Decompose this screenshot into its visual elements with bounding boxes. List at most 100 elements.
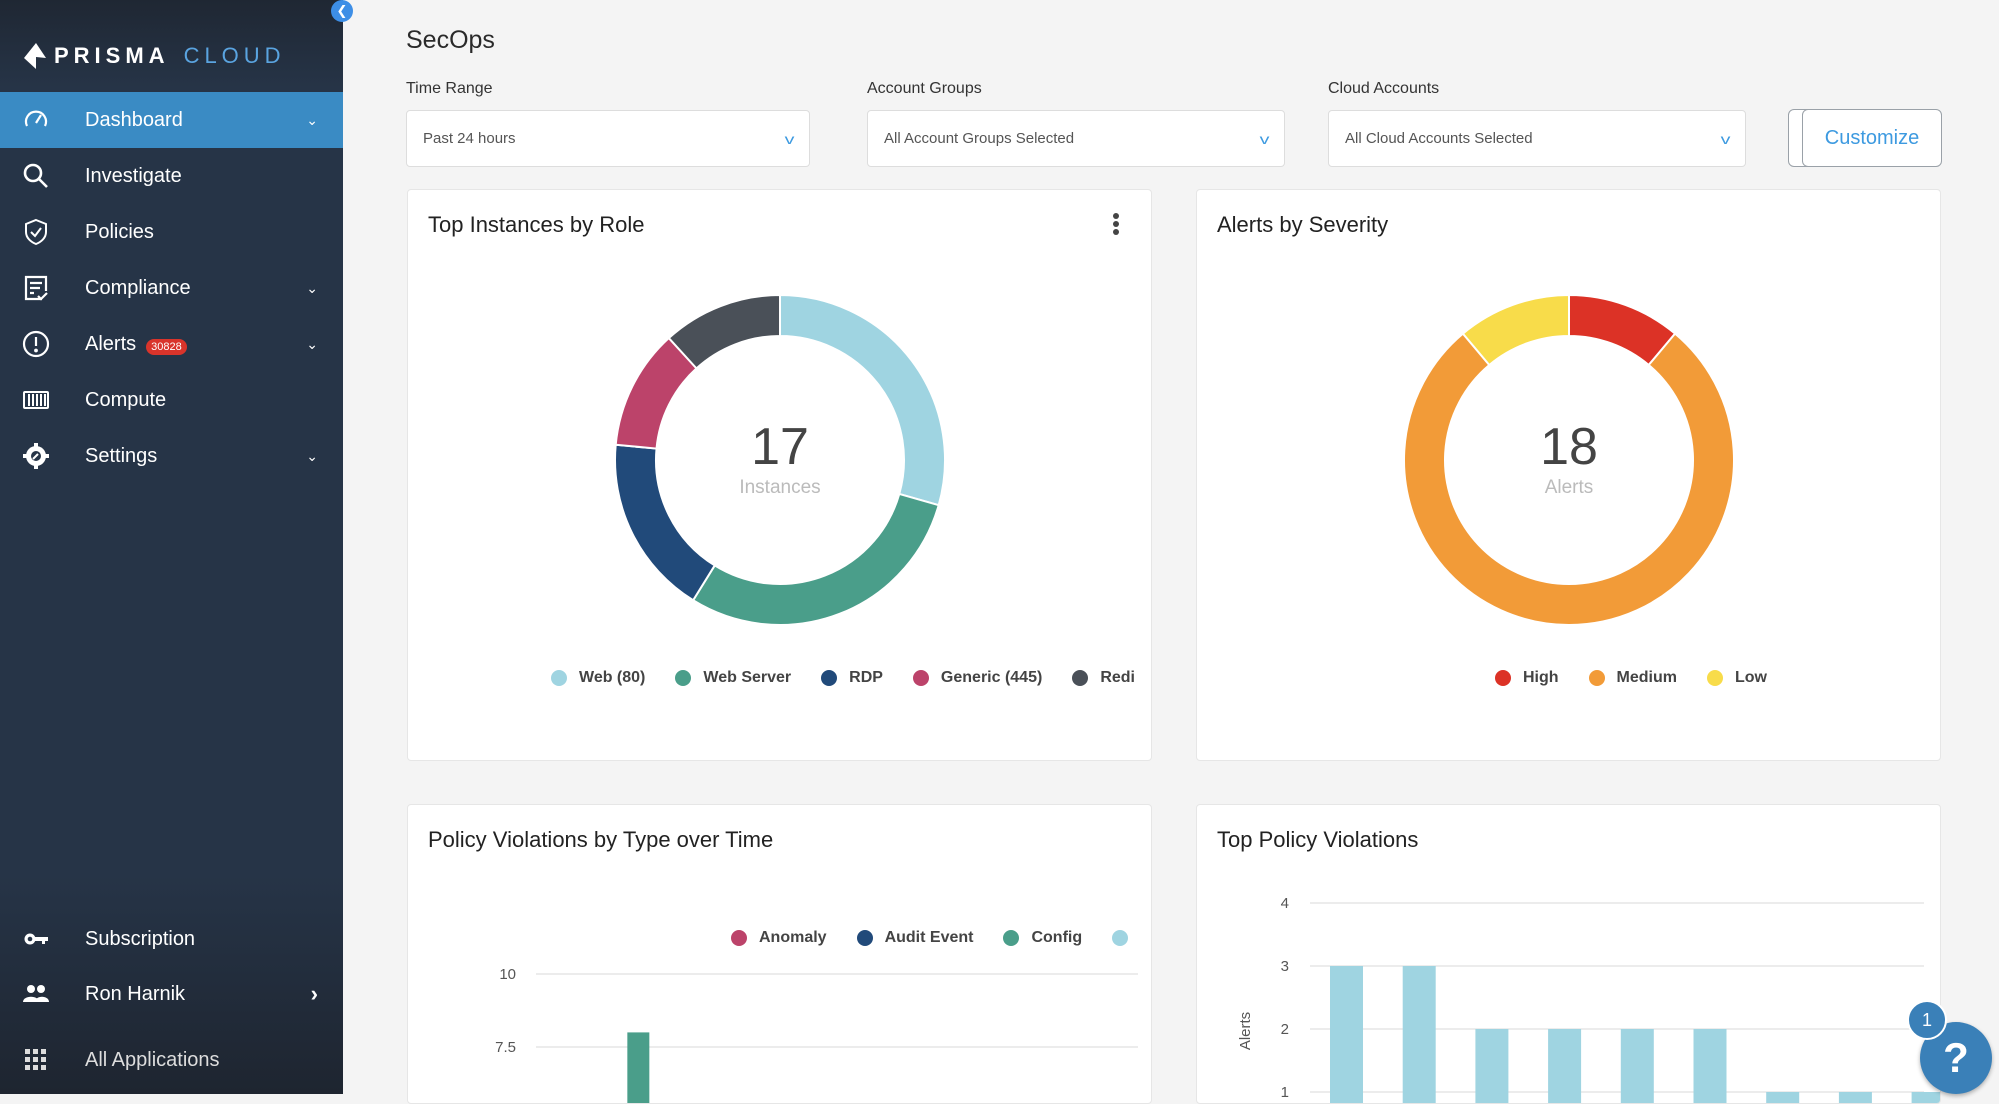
- sidebar-item-label: Compute: [85, 389, 166, 412]
- time-range-value: Past 24 hours: [423, 130, 516, 147]
- sidebar-item-compliance[interactable]: Compliance ⌄: [0, 260, 343, 316]
- account-groups-label: Account Groups: [867, 80, 982, 98]
- legend-label: Medium: [1617, 669, 1677, 687]
- customize-button[interactable]: Customize: [1802, 109, 1942, 167]
- sidebar-item-label: Ron Harnik: [85, 983, 185, 1006]
- account-groups-value: All Account Groups Selected: [884, 130, 1074, 147]
- legend-item[interactable]: High: [1495, 669, 1559, 687]
- legend-dot-icon: [821, 670, 837, 686]
- question-icon: ?: [1943, 1034, 1969, 1082]
- severity-donut: 18 Alerts: [1399, 290, 1739, 630]
- y-tick-label: 10: [499, 966, 516, 983]
- main-content: SecOps Time Range Past 24 hours v Accoun…: [343, 0, 1999, 1094]
- legend-dot-icon: [1072, 670, 1088, 686]
- chevron-down-icon: v: [785, 131, 795, 147]
- sidebar-item-label: Investigate: [85, 165, 182, 188]
- alerts-total: 18: [1540, 421, 1598, 473]
- sidebar-item-label: Dashboard: [85, 109, 183, 132]
- sidebar-item-policies[interactable]: Policies: [0, 204, 343, 260]
- shield-check-icon: [20, 216, 52, 248]
- sidebar-item-alerts[interactable]: Alerts30828 ⌄: [0, 316, 343, 372]
- chevron-right-icon: ›: [311, 981, 318, 1007]
- sidebar-item-settings[interactable]: Settings ⌄: [0, 428, 343, 484]
- legend-dot-icon: [1589, 670, 1605, 686]
- legend-item[interactable]: RDP: [821, 669, 883, 687]
- legend-item[interactable]: Web (80): [551, 669, 645, 687]
- sidebar-item-user[interactable]: Ron Harnik ›: [0, 966, 343, 1022]
- instances-donut: 17 Instances: [610, 290, 950, 630]
- y-tick-label: 7.5: [495, 1039, 516, 1056]
- chevron-down-icon: ⌄: [306, 280, 318, 297]
- instances-legend: Web (80) Web Server RDP Generic (445) Redi: [551, 669, 1141, 687]
- legend-item[interactable]: Low: [1707, 669, 1767, 687]
- instances-total: 17: [751, 421, 809, 473]
- search-icon: [20, 160, 52, 192]
- bar-config[interactable]: [627, 1032, 649, 1104]
- time-range-label: Time Range: [406, 80, 493, 98]
- legend-label: Generic (445): [941, 669, 1042, 687]
- legend-label: Web (80): [579, 669, 645, 687]
- cloud-accounts-select[interactable]: All Cloud Accounts Selected v: [1328, 110, 1746, 167]
- account-groups-select[interactable]: All Account Groups Selected v: [867, 110, 1285, 167]
- legend-item[interactable]: Generic (445): [913, 669, 1042, 687]
- sidebar-item-label: Settings: [85, 445, 157, 468]
- logo-cloud-text: CLOUD: [184, 43, 286, 69]
- sidebar-item-subscription[interactable]: Subscription: [0, 911, 343, 967]
- card-title: Top Instances by Role: [428, 212, 644, 238]
- prisma-cloud-logo[interactable]: PRISMA CLOUD: [22, 38, 286, 74]
- legend-label: Low: [1735, 669, 1767, 687]
- key-icon: [20, 923, 52, 955]
- legend-dot-icon: [913, 670, 929, 686]
- alerts-severity-card: Alerts by Severity 18 Alerts HighMediumL…: [1196, 189, 1941, 761]
- bar-policy-violation[interactable]: [1475, 1029, 1508, 1104]
- alert-circle-icon: [20, 328, 52, 360]
- legend-label: RDP: [849, 669, 883, 687]
- more-options-icon[interactable]: [1111, 212, 1121, 236]
- y-axis-label: Alerts: [1237, 1012, 1254, 1050]
- y-tick-label: 1: [1281, 1084, 1289, 1101]
- alerts-label: Alerts: [1545, 477, 1594, 499]
- sidebar-item-all-applications[interactable]: All Applications: [0, 1032, 343, 1088]
- bar-policy-violation[interactable]: [1694, 1029, 1727, 1104]
- sidebar: PRISMA CLOUD Dashboard ⌄ Investigate Pol…: [0, 0, 343, 1094]
- y-tick-label: 3: [1281, 958, 1289, 975]
- collapse-sidebar-button[interactable]: ❮: [331, 0, 353, 22]
- severity-legend: High Medium Low: [1495, 669, 1797, 687]
- page-title: SecOps: [406, 26, 495, 55]
- time-range-select[interactable]: Past 24 hours v: [406, 110, 810, 167]
- bar-policy-violation[interactable]: [1403, 966, 1436, 1104]
- legend-label: Web Server: [703, 669, 791, 687]
- container-icon: [20, 384, 52, 416]
- chevron-down-icon: v: [1260, 131, 1270, 147]
- instances-label: Instances: [739, 477, 820, 499]
- bar-policy-violation[interactable]: [1621, 1029, 1654, 1104]
- alerts-count-badge: 30828: [146, 339, 187, 355]
- logo-prisma-text: PRISMA: [54, 43, 170, 69]
- sidebar-item-investigate[interactable]: Investigate: [0, 148, 343, 204]
- top-policy-violations-chart: 4321Alerts: [1197, 805, 1941, 1104]
- chevron-down-icon: ⌄: [306, 448, 318, 465]
- bar-policy-violation[interactable]: [1548, 1029, 1581, 1104]
- legend-label: Redi: [1100, 669, 1135, 687]
- legend-item[interactable]: Medium: [1589, 669, 1677, 687]
- legend-item[interactable]: Web Server: [675, 669, 791, 687]
- chevron-down-icon: v: [1721, 131, 1731, 147]
- violations-over-time-card: Policy Violations by Type over Time Anom…: [407, 804, 1152, 1104]
- sidebar-item-dashboard[interactable]: Dashboard ⌄: [0, 92, 343, 148]
- users-icon: [20, 978, 52, 1010]
- legend-dot-icon: [1495, 670, 1511, 686]
- legend-item[interactable]: Redi: [1072, 669, 1135, 687]
- top-instances-card: Top Instances by Role 17 Instances Web (…: [407, 189, 1152, 761]
- top-policy-violations-card: Top Policy Violations 4321Alerts: [1196, 804, 1941, 1104]
- legend-label: High: [1523, 669, 1559, 687]
- y-tick-label: 2: [1281, 1021, 1289, 1038]
- legend-dot-icon: [1707, 670, 1723, 686]
- cloud-accounts-label: Cloud Accounts: [1328, 80, 1439, 98]
- bar-policy-violation[interactable]: [1330, 966, 1363, 1104]
- speedometer-icon: [20, 104, 52, 136]
- sidebar-item-compute[interactable]: Compute: [0, 372, 343, 428]
- sidebar-item-label: Subscription: [85, 928, 195, 951]
- sidebar-item-label: Alerts30828: [85, 333, 187, 356]
- help-notification-badge: 1: [1907, 1000, 1947, 1040]
- sidebar-item-label: Compliance: [85, 277, 191, 300]
